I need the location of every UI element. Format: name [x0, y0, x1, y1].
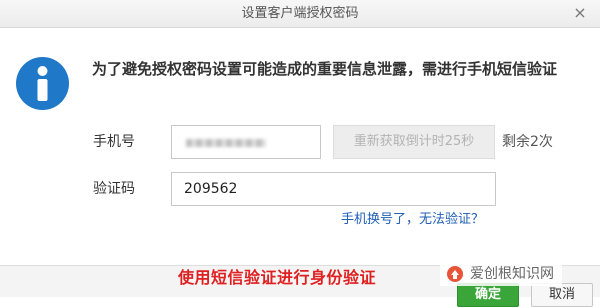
watermark: 爱创根知识网: [440, 262, 562, 286]
verification-message: 为了避免授权密码设置可能造成的重要信息泄露，需进行手机短信验证: [92, 60, 558, 78]
watermark-logo-icon: [447, 266, 463, 282]
ok-button[interactable]: 确定: [457, 283, 519, 307]
close-icon[interactable]: ×: [570, 2, 590, 24]
dialog-titlebar: 设置客户端授权密码 ×: [0, 0, 600, 28]
remaining-attempts: 剩余2次: [502, 134, 553, 150]
cancel-button[interactable]: 取消: [531, 283, 593, 307]
phone-field: [171, 125, 321, 159]
info-icon: [16, 57, 69, 110]
resend-code-button[interactable]: 重新获取倒计时25秒: [333, 125, 495, 159]
code-label: 验证码: [93, 181, 135, 197]
masked-phone-number: [186, 139, 266, 147]
phone-label: 手机号: [93, 134, 135, 150]
watermark-text: 爱创根知识网: [470, 266, 554, 282]
dialog-title: 设置客户端授权密码: [241, 6, 359, 21]
cant-verify-link[interactable]: 手机换号了，无法验证？: [341, 211, 484, 229]
annotation-caption: 使用短信验证进行身份验证: [178, 268, 377, 287]
verification-code-input[interactable]: 209562: [171, 172, 496, 206]
